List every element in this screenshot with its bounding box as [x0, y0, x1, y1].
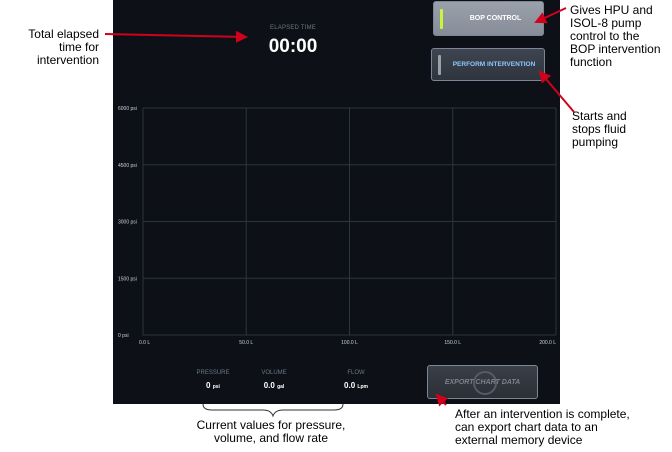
arrow-bop — [534, 7, 567, 24]
arrow-export — [435, 393, 449, 407]
readouts-brace — [202, 403, 344, 418]
arrow-elapsed — [104, 30, 248, 43]
callout-arrows — [104, 7, 575, 418]
arrow-perform — [538, 70, 575, 113]
